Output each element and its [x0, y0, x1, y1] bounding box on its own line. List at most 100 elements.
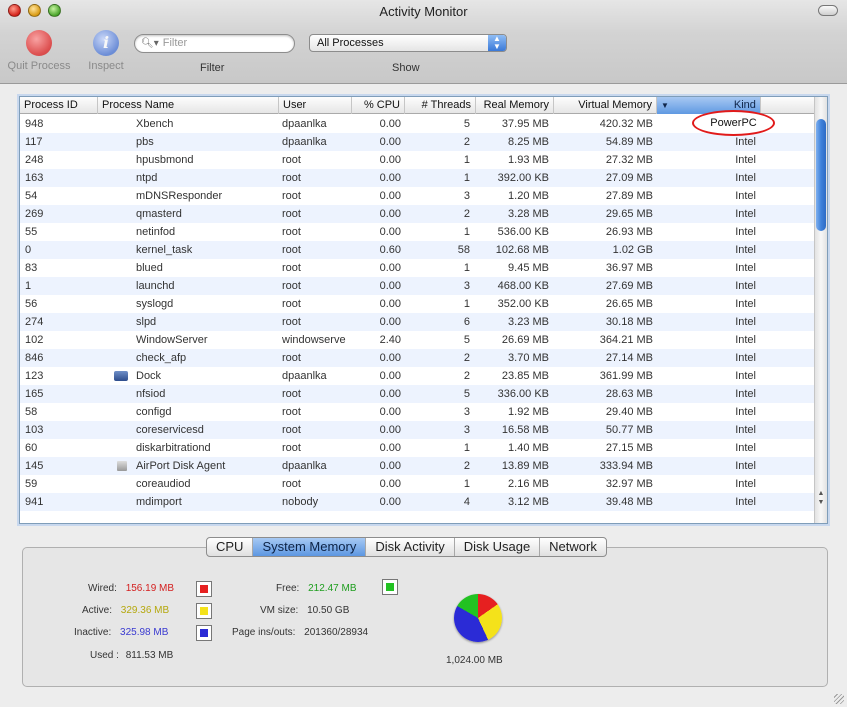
- table-row[interactable]: 54 mDNSResponder root 0.00 3 1.20 MB 27.89 MB I…: [20, 187, 815, 205]
- process-id-cell: 941: [25, 496, 44, 508]
- process-id-cell: 165: [25, 388, 44, 400]
- table-row[interactable]: 58 configd root 0.00 3 1.92 MB 29.40 MB Intel: [20, 403, 815, 421]
- threads-cell: 2: [463, 136, 470, 148]
- table-row[interactable]: 846 check_afp root 0.00 2 3.70 MB 27.14 MB Inte…: [20, 349, 815, 367]
- memory-pie-chart: [454, 594, 502, 642]
- cpu-cell: 2.40: [379, 334, 401, 346]
- free-color-swatch[interactable]: [382, 579, 398, 595]
- vertical-scrollbar[interactable]: ▲ ▼: [814, 97, 827, 523]
- used-stat: Used : 811.53 MB: [90, 650, 173, 661]
- inactive-value: 325.98 MB: [120, 627, 169, 638]
- user-cell: root: [282, 352, 301, 364]
- process-id-cell: 0: [25, 244, 32, 256]
- cpu-cell: 0.00: [379, 136, 401, 148]
- threads-cell: 1: [463, 172, 470, 184]
- user-cell: windowserve: [282, 334, 346, 346]
- kind-cell: Intel: [735, 352, 756, 364]
- dock-icon: [114, 367, 130, 385]
- table-row[interactable]: 117 pbs dpaanlka 0.00 2 8.25 MB 54.89 MB Intel: [20, 133, 815, 151]
- table-row[interactable]: 145 AirPort Disk Agent dpaanlka 0.00 2 13.89 …: [20, 457, 815, 475]
- column-header-process-id[interactable]: Process ID: [20, 97, 98, 114]
- process-table: Process ID Process Name User % CPU # Thr…: [19, 96, 828, 524]
- threads-cell: 2: [463, 460, 470, 472]
- table-row[interactable]: 941 mdimport nobody 0.00 4 3.12 MB 39.48 MB Int…: [20, 493, 815, 511]
- process-name-cell: syslogd: [136, 298, 174, 310]
- table-row[interactable]: 60 diskarbitrationd root 0.00 1 1.40 MB 27.15 …: [20, 439, 815, 457]
- virtual-memory-cell: 26.93 MB: [605, 226, 653, 238]
- virtual-memory-cell: 26.65 MB: [605, 298, 653, 310]
- toolbar-toggle-button[interactable]: [818, 5, 838, 16]
- virtual-memory-cell: 39.48 MB: [605, 496, 653, 508]
- table-row[interactable]: 123 Dock dpaanlka 0.00 2 23.85 MB 361.99 MB Int…: [20, 367, 815, 385]
- cpu-cell: 0.00: [379, 424, 401, 436]
- column-header-process-name[interactable]: Process Name: [98, 97, 279, 114]
- table-row[interactable]: 56 syslogd root 0.00 1 352.00 KB 26.65 MB Intel: [20, 295, 815, 313]
- column-header-real-memory[interactable]: Real Memory: [476, 97, 554, 114]
- kind-cell: Intel: [735, 478, 756, 490]
- threads-cell: 6: [463, 316, 470, 328]
- cpu-cell: 0.00: [379, 172, 401, 184]
- table-row[interactable]: 55 netinfod root 0.00 1 536.00 KB 26.93 MB Inte…: [20, 223, 815, 241]
- cpu-cell: 0.00: [379, 298, 401, 310]
- cpu-cell: 0.00: [379, 352, 401, 364]
- table-row[interactable]: 59 coreaudiod root 0.00 1 2.16 MB 32.97 MB Inte…: [20, 475, 815, 493]
- table-row[interactable]: 0 kernel_task root 0.60 58 102.68 MB 1.02 GB In…: [20, 241, 815, 259]
- user-cell: root: [282, 388, 301, 400]
- table-header: Process ID Process Name User % CPU # Thr…: [20, 97, 815, 114]
- process-name-cell: Dock: [136, 370, 162, 382]
- column-header-cpu[interactable]: % CPU: [352, 97, 405, 114]
- scrollbar-thumb[interactable]: [816, 119, 826, 231]
- cpu-cell: 0.00: [379, 460, 401, 472]
- tab-network[interactable]: Network: [540, 538, 606, 556]
- kind-cell: Intel: [735, 226, 756, 238]
- filter-input[interactable]: 🔍︎▾ Filter: [134, 34, 295, 53]
- table-row[interactable]: 163 ntpd root 0.00 1 392.00 KB 27.09 MB Intel: [20, 169, 815, 187]
- process-name-cell: coreaudiod: [136, 478, 191, 490]
- threads-cell: 3: [463, 280, 470, 292]
- table-row[interactable]: 248 hpusbmond root 0.00 1 1.93 MB 27.32 MB Inte…: [20, 151, 815, 169]
- wired-color-swatch[interactable]: [196, 581, 212, 597]
- show-processes-select[interactable]: All Processes ▲ ▼: [309, 34, 507, 52]
- kind-cell: Intel: [735, 370, 756, 382]
- table-row[interactable]: 274 slpd root 0.00 6 3.23 MB 30.18 MB Intel: [20, 313, 815, 331]
- column-header-virtual-memory[interactable]: Virtual Memory: [554, 97, 657, 114]
- user-cell: dpaanlka: [282, 118, 327, 130]
- threads-cell: 1: [463, 262, 470, 274]
- table-row[interactable]: 1 launchd root 0.00 3 468.00 KB 27.69 MB Intel: [20, 277, 815, 295]
- kind-cell: Intel: [735, 244, 756, 256]
- user-cell: dpaanlka: [282, 460, 327, 472]
- virtual-memory-cell: 36.97 MB: [605, 262, 653, 274]
- kind-cell: Intel: [735, 406, 756, 418]
- process-name-cell: qmasterd: [136, 208, 182, 220]
- table-row[interactable]: 269 qmasterd root 0.00 2 3.28 MB 29.65 MB Intel: [20, 205, 815, 223]
- table-row[interactable]: 103 coreservicesd root 0.00 3 16.58 MB 50.77 M…: [20, 421, 815, 439]
- inactive-color-swatch[interactable]: [196, 625, 212, 641]
- table-row[interactable]: 102 WindowServer windowserve 2.40 5 26.69 MB 3…: [20, 331, 815, 349]
- kind-cell: Intel: [735, 280, 756, 292]
- column-header-threads[interactable]: # Threads: [405, 97, 476, 114]
- active-color-swatch[interactable]: [196, 603, 212, 619]
- activity-monitor-window: Activity Monitor Quit Process i Inspect …: [0, 0, 847, 707]
- table-body: 948Xbenchdpaanlka0.00537.95 MB420.32 MBP…: [20, 115, 815, 523]
- process-name-cell: blued: [136, 262, 163, 274]
- table-row[interactable]: 83 blued root 0.00 1 9.45 MB 36.97 MB Intel: [20, 259, 815, 277]
- virtual-memory-cell: 29.40 MB: [605, 406, 653, 418]
- process-name-cell: netinfod: [136, 226, 176, 238]
- tab-system-memory[interactable]: System Memory: [253, 538, 367, 556]
- free-label: Free:: [276, 583, 300, 594]
- airport-disk-icon: [114, 457, 130, 475]
- quit-process-button[interactable]: Quit Process: [4, 30, 74, 72]
- inspect-button[interactable]: i Inspect: [80, 30, 132, 72]
- tab-disk-activity[interactable]: Disk Activity: [366, 538, 455, 556]
- table-row[interactable]: 165 nfsiod root 0.00 5 336.00 KB 28.63 MB Intel: [20, 385, 815, 403]
- real-memory-cell: 13.89 MB: [501, 460, 549, 472]
- resize-grip-icon[interactable]: [834, 694, 844, 704]
- threads-cell: 5: [463, 388, 470, 400]
- threads-cell: 3: [463, 406, 470, 418]
- tab-cpu[interactable]: CPU: [207, 538, 254, 556]
- virtual-memory-cell: 27.32 MB: [605, 154, 653, 166]
- scroll-arrows-icon[interactable]: ▲ ▼: [816, 489, 826, 507]
- tab-disk-usage[interactable]: Disk Usage: [455, 538, 541, 556]
- virtual-memory-cell: 50.77 MB: [605, 424, 653, 436]
- column-header-user[interactable]: User: [279, 97, 352, 114]
